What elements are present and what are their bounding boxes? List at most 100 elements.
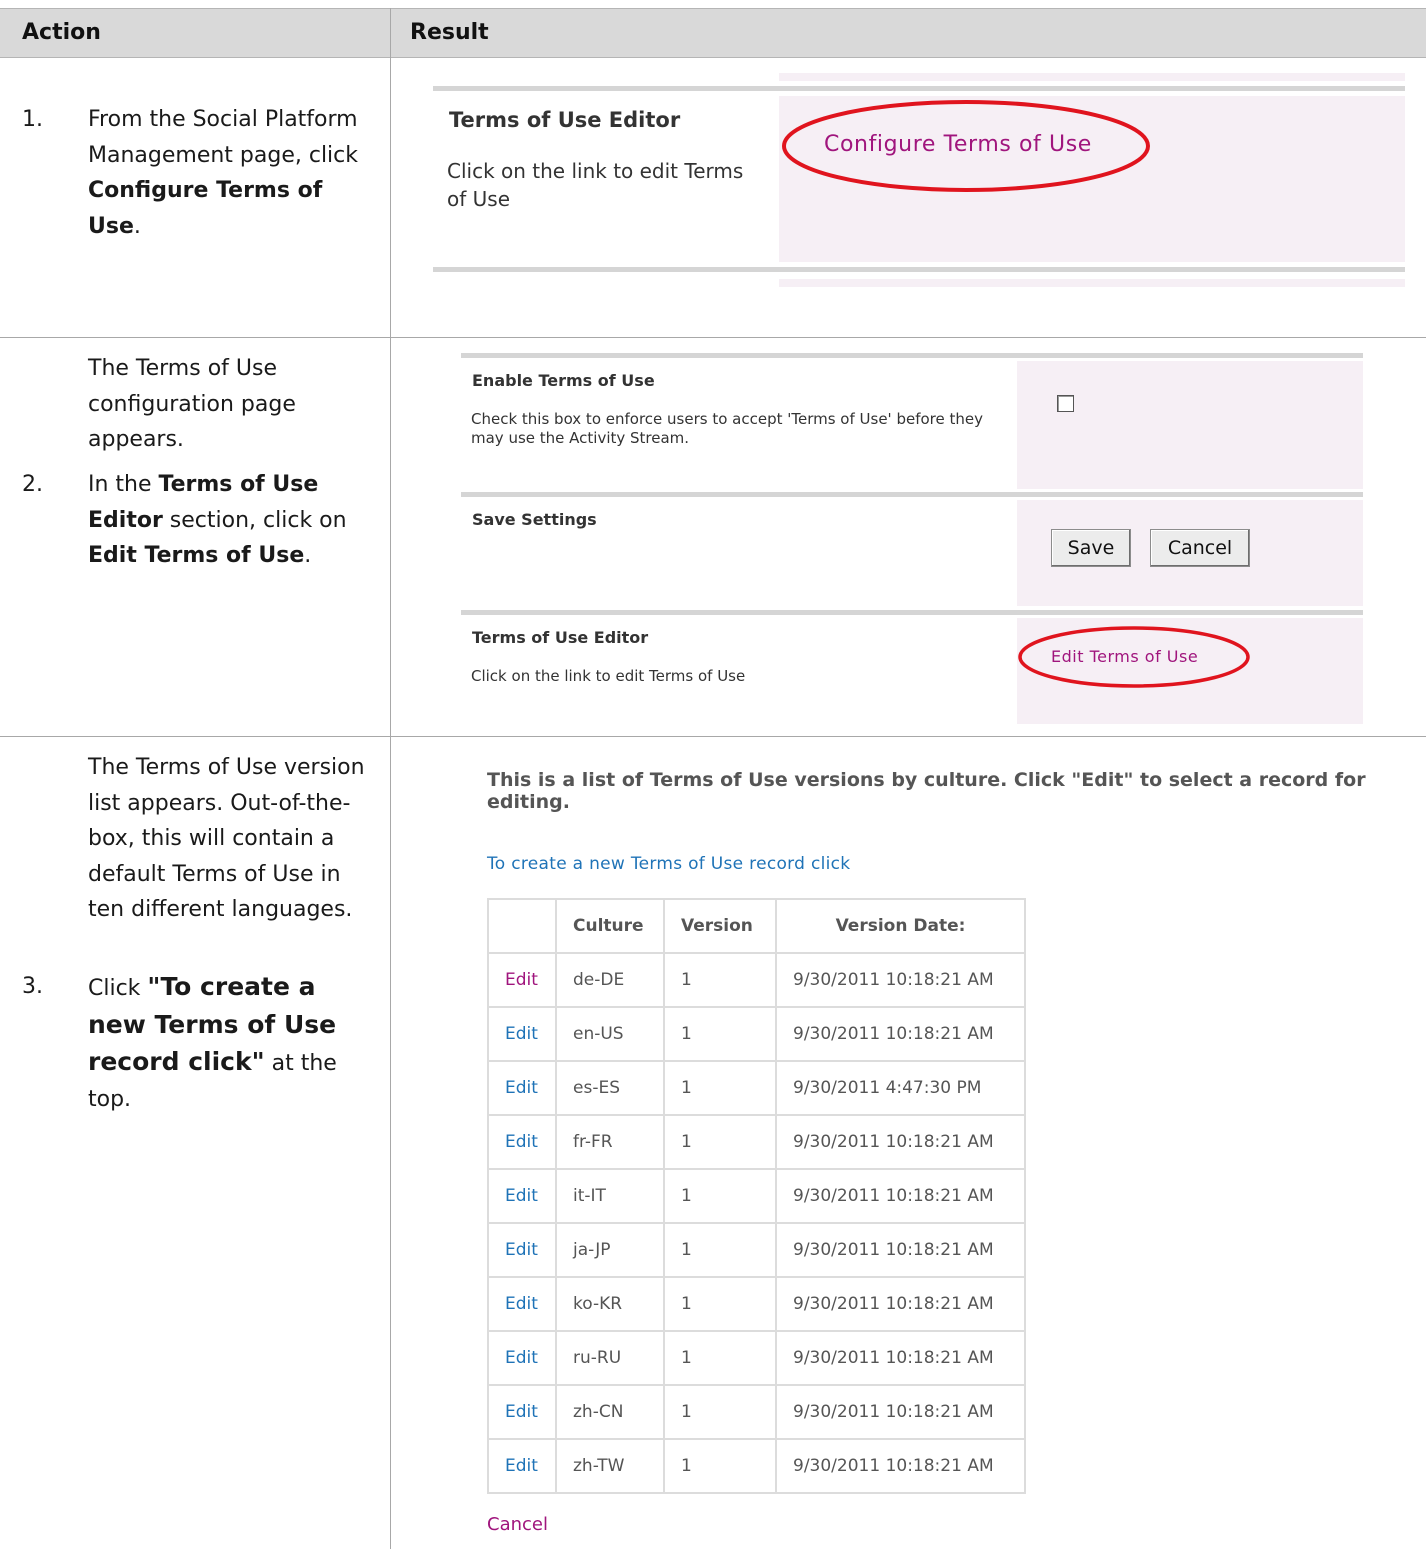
culture-cell: de-DE bbox=[555, 952, 665, 1008]
version-cell: 1 bbox=[663, 1330, 777, 1386]
step-number: 1. bbox=[22, 107, 43, 132]
table-row: Edit ja-JP 1 9/30/2011 10:18:21 AM bbox=[487, 1222, 1026, 1278]
edit-link[interactable]: Edit bbox=[487, 1114, 557, 1170]
terms-editor-title: Terms of Use Editor bbox=[472, 628, 649, 647]
version-cell: 1 bbox=[663, 952, 777, 1008]
version-cell: 1 bbox=[663, 1114, 777, 1170]
table-row: Edit es-ES 1 9/30/2011 4:47:30 PM bbox=[487, 1060, 1026, 1116]
version-cell: 1 bbox=[663, 1168, 777, 1224]
edit-link[interactable]: Edit bbox=[487, 952, 557, 1008]
edit-link[interactable]: Edit bbox=[487, 1276, 557, 1332]
row-divider bbox=[0, 736, 1426, 737]
version-cell: 1 bbox=[663, 1222, 777, 1278]
step-emphasis: Edit Terms of Use bbox=[88, 543, 305, 568]
step-text: From the Social Platform Management page… bbox=[88, 102, 368, 244]
edit-link[interactable]: Edit bbox=[487, 1438, 557, 1494]
table-header-row: Culture Version Version Date: bbox=[487, 898, 1026, 954]
edit-link[interactable]: Edit bbox=[487, 1384, 557, 1440]
step-text: In the Terms of Use Editor section, clic… bbox=[88, 467, 368, 574]
table-row: Edit ko-KR 1 9/30/2011 10:18:21 AM bbox=[487, 1276, 1026, 1332]
section-title: Terms of Use Editor bbox=[449, 108, 681, 132]
step-segment: In the bbox=[88, 472, 159, 497]
version-date-cell: 9/30/2011 10:18:21 AM bbox=[775, 1114, 1026, 1170]
step-intro: The Terms of Use version list appears. O… bbox=[88, 755, 365, 922]
enable-terms-title: Enable Terms of Use bbox=[472, 371, 655, 390]
version-date-cell: 9/30/2011 10:18:21 AM bbox=[775, 1330, 1026, 1386]
step-segment: . bbox=[133, 213, 141, 239]
section-description: Click on the link to edit Terms of Use bbox=[447, 159, 744, 211]
edit-link[interactable]: Edit bbox=[487, 1006, 557, 1062]
table-row: Edit en-US 1 9/30/2011 10:18:21 AM bbox=[487, 1006, 1026, 1062]
version-column-header: Version bbox=[663, 898, 777, 954]
cancel-link[interactable]: Cancel bbox=[487, 1514, 548, 1535]
version-date-cell: 9/30/2011 4:47:30 PM bbox=[775, 1060, 1026, 1116]
section-separator bbox=[433, 267, 1405, 272]
step-emphasis: Configure Terms of Use bbox=[88, 178, 323, 239]
edit-link[interactable]: Edit bbox=[487, 1330, 557, 1386]
panel-background bbox=[779, 279, 1405, 287]
panel-background bbox=[1017, 361, 1363, 489]
edit-column-header bbox=[487, 898, 557, 954]
versions-table: Culture Version Version Date: Edit de-DE 1… bbox=[487, 898, 1026, 1494]
table-header: Action Result bbox=[0, 8, 1426, 58]
result-column-header: Result bbox=[410, 20, 489, 45]
column-divider bbox=[390, 8, 391, 1549]
version-date-cell: 9/30/2011 10:18:21 AM bbox=[775, 1168, 1026, 1224]
culture-cell: es-ES bbox=[555, 1060, 665, 1116]
edit-link[interactable]: Edit bbox=[487, 1168, 557, 1224]
version-date-cell: 9/30/2011 10:18:21 AM bbox=[775, 1222, 1026, 1278]
section-separator bbox=[461, 492, 1363, 497]
create-record-link[interactable]: To create a new Terms of Use record clic… bbox=[487, 854, 850, 874]
section-separator bbox=[433, 86, 1405, 91]
version-date-cell: 9/30/2011 10:18:21 AM bbox=[775, 1384, 1026, 1440]
edit-link[interactable]: Edit bbox=[487, 1222, 557, 1278]
culture-column-header: Culture bbox=[555, 898, 665, 954]
edit-terms-link[interactable]: Edit Terms of Use bbox=[1051, 647, 1198, 666]
action-column-header: Action bbox=[22, 20, 101, 45]
enable-terms-description: Check this box to enforce users to accep… bbox=[471, 410, 983, 447]
step-number: 3. bbox=[22, 974, 43, 999]
section-separator bbox=[461, 610, 1363, 615]
version-date-cell: 9/30/2011 10:18:21 AM bbox=[775, 1006, 1026, 1062]
table-row: Edit ru-RU 1 9/30/2011 10:18:21 AM bbox=[487, 1330, 1026, 1386]
configure-terms-link[interactable]: Configure Terms of Use bbox=[824, 132, 1092, 157]
version-date-column-header: Version Date: bbox=[775, 898, 1026, 954]
table-row: Edit it-IT 1 9/30/2011 10:18:21 AM bbox=[487, 1168, 1026, 1224]
version-cell: 1 bbox=[663, 1276, 777, 1332]
section-separator bbox=[461, 353, 1363, 358]
step-segment: . bbox=[304, 543, 312, 568]
step-number: 2. bbox=[22, 472, 43, 497]
enable-terms-checkbox[interactable] bbox=[1057, 395, 1074, 412]
step-segment: From the Social Platform Management page… bbox=[88, 107, 359, 168]
step-segment: Click bbox=[88, 976, 148, 1001]
cancel-button[interactable]: Cancel bbox=[1150, 529, 1250, 567]
table-row: Edit zh-CN 1 9/30/2011 10:18:21 AM bbox=[487, 1384, 1026, 1440]
culture-cell: zh-TW bbox=[555, 1438, 665, 1494]
version-date-cell: 9/30/2011 10:18:21 AM bbox=[775, 952, 1026, 1008]
step-text: Click "To create a new Terms of Use reco… bbox=[88, 969, 368, 1117]
version-cell: 1 bbox=[663, 1060, 777, 1116]
version-cell: 1 bbox=[663, 1438, 777, 1494]
culture-cell: fr-FR bbox=[555, 1114, 665, 1170]
version-list-heading: This is a list of Terms of Use versions … bbox=[487, 769, 1366, 813]
culture-cell: it-IT bbox=[555, 1168, 665, 1224]
culture-cell: ko-KR bbox=[555, 1276, 665, 1332]
culture-cell: ja-JP bbox=[555, 1222, 665, 1278]
table-row: Edit fr-FR 1 9/30/2011 10:18:21 AM bbox=[487, 1114, 1026, 1170]
save-button[interactable]: Save bbox=[1051, 529, 1131, 567]
culture-cell: ru-RU bbox=[555, 1330, 665, 1386]
step-segment: section, click on bbox=[162, 507, 347, 533]
step-intro: The Terms of Use configuration page appe… bbox=[88, 356, 296, 452]
save-settings-title: Save Settings bbox=[472, 510, 597, 529]
row-divider bbox=[0, 337, 1426, 338]
table-row: Edit de-DE 1 9/30/2011 10:18:21 AM bbox=[487, 952, 1026, 1008]
terms-editor-description: Click on the link to edit Terms of Use bbox=[471, 667, 746, 685]
version-date-cell: 9/30/2011 10:18:21 AM bbox=[775, 1438, 1026, 1494]
version-cell: 1 bbox=[663, 1006, 777, 1062]
version-cell: 1 bbox=[663, 1384, 777, 1440]
version-date-cell: 9/30/2011 10:18:21 AM bbox=[775, 1276, 1026, 1332]
edit-link[interactable]: Edit bbox=[487, 1060, 557, 1116]
culture-cell: en-US bbox=[555, 1006, 665, 1062]
table-row: Edit zh-TW 1 9/30/2011 10:18:21 AM bbox=[487, 1438, 1026, 1494]
panel-background bbox=[779, 73, 1405, 81]
